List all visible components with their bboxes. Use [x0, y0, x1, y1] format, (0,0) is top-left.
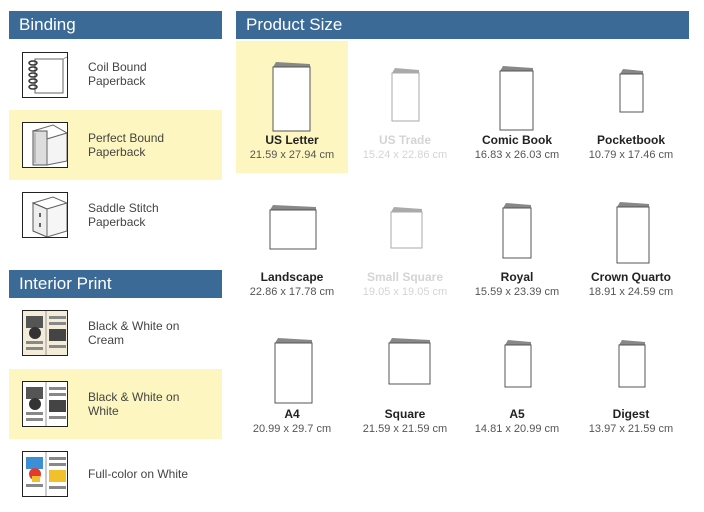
size-dimensions: 22.86 x 17.78 cm: [249, 286, 335, 298]
size-name: Crown Quarto: [591, 270, 671, 284]
book-size-icon: [504, 340, 532, 388]
interior-option-bw-white[interactable]: Black & White on White: [9, 369, 222, 439]
size-dimensions: 16.83 x 26.03 cm: [474, 149, 560, 161]
book-size-icon: [390, 207, 423, 249]
interior-option-label: Black & White on Cream: [88, 319, 180, 347]
size-option-a5[interactable]: A5 14.81 x 20.99 cm: [461, 313, 573, 445]
interior-option-label: Black & White on White: [88, 390, 180, 418]
size-name: A4: [284, 407, 300, 421]
size-option-pocketbook[interactable]: Pocketbook 10.79 x 17.46 cm: [575, 41, 687, 173]
size-dimensions: 21.59 x 21.59 cm: [362, 423, 448, 435]
saddle-stitch-icon: [22, 192, 68, 238]
book-size-icon: [391, 68, 420, 122]
binding-option-coil-bound[interactable]: Coil Bound Paperback: [9, 40, 222, 110]
binding-header: Binding: [9, 11, 222, 39]
size-name: Small Square: [366, 270, 444, 284]
book-size-icon: [618, 340, 646, 388]
size-dimensions: 15.59 x 23.39 cm: [474, 286, 560, 298]
size-name: Square: [384, 407, 426, 421]
book-size-icon: [388, 338, 431, 385]
binding-option-saddle-stitch[interactable]: Saddle Stitch Paperback: [9, 180, 222, 250]
book-size-icon: [499, 66, 534, 131]
bw-cream-icon: [22, 310, 68, 356]
book-size-icon: [619, 69, 644, 113]
interior-print-title: Interior Print: [19, 274, 112, 293]
size-option-small-square: Small Square 19.05 x 19.05 cm: [349, 178, 461, 310]
interior-option-bw-cream[interactable]: Black & White on Cream: [9, 298, 222, 368]
binding-option-perfect-bound[interactable]: Perfect Bound Paperback: [9, 110, 222, 180]
size-name: A5: [509, 407, 525, 421]
size-name: Comic Book: [481, 133, 552, 147]
interior-print-header: Interior Print: [9, 270, 222, 298]
book-size-icon: [272, 62, 311, 132]
size-dimensions: 19.05 x 19.05 cm: [362, 286, 448, 298]
size-name: Digest: [612, 407, 650, 421]
size-name: Pocketbook: [596, 133, 665, 147]
product-size-header: Product Size: [236, 11, 689, 39]
book-size-icon: [269, 205, 317, 250]
size-name: Royal: [500, 270, 534, 284]
size-dimensions: 10.79 x 17.46 cm: [588, 149, 674, 161]
size-name: US Trade: [378, 133, 432, 147]
bw-white-icon: [22, 381, 68, 427]
interior-option-full-color[interactable]: Full-color on White: [9, 439, 222, 509]
size-dimensions: 13.97 x 21.59 cm: [588, 423, 674, 435]
size-name: Landscape: [260, 270, 324, 284]
binding-option-label: Perfect Bound Paperback: [88, 131, 165, 159]
size-dimensions: 18.91 x 24.59 cm: [588, 286, 674, 298]
size-dimensions: 21.59 x 27.94 cm: [249, 149, 335, 161]
size-option-us-letter[interactable]: US Letter 21.59 x 27.94 cm: [236, 41, 348, 173]
size-option-us-trade: US Trade 15.24 x 22.86 cm: [349, 41, 461, 173]
size-name: US Letter: [265, 133, 319, 147]
book-size-icon: [502, 203, 532, 259]
full-color-icon: [22, 451, 68, 497]
binding-title: Binding: [19, 15, 76, 34]
size-option-landscape[interactable]: Landscape 22.86 x 17.78 cm: [236, 178, 348, 310]
perfect-bound-icon: [22, 122, 68, 168]
coil-bound-icon: [22, 52, 68, 98]
book-size-icon: [616, 202, 650, 264]
size-option-a4[interactable]: A4 20.99 x 29.7 cm: [236, 313, 348, 445]
size-option-comic-book[interactable]: Comic Book 16.83 x 26.03 cm: [461, 41, 573, 173]
binding-option-label: Saddle Stitch Paperback: [88, 201, 159, 229]
size-option-royal[interactable]: Royal 15.59 x 23.39 cm: [461, 178, 573, 310]
size-option-square[interactable]: Square 21.59 x 21.59 cm: [349, 313, 461, 445]
size-dimensions: 20.99 x 29.7 cm: [252, 423, 332, 435]
size-dimensions: 15.24 x 22.86 cm: [362, 149, 448, 161]
interior-option-label: Full-color on White: [88, 467, 189, 481]
size-dimensions: 14.81 x 20.99 cm: [474, 423, 560, 435]
size-option-digest[interactable]: Digest 13.97 x 21.59 cm: [575, 313, 687, 445]
product-size-title: Product Size: [246, 15, 343, 34]
book-size-icon: [274, 338, 313, 404]
size-option-crown-quarto[interactable]: Crown Quarto 18.91 x 24.59 cm: [575, 178, 687, 310]
binding-option-label: Coil Bound Paperback: [88, 60, 147, 88]
